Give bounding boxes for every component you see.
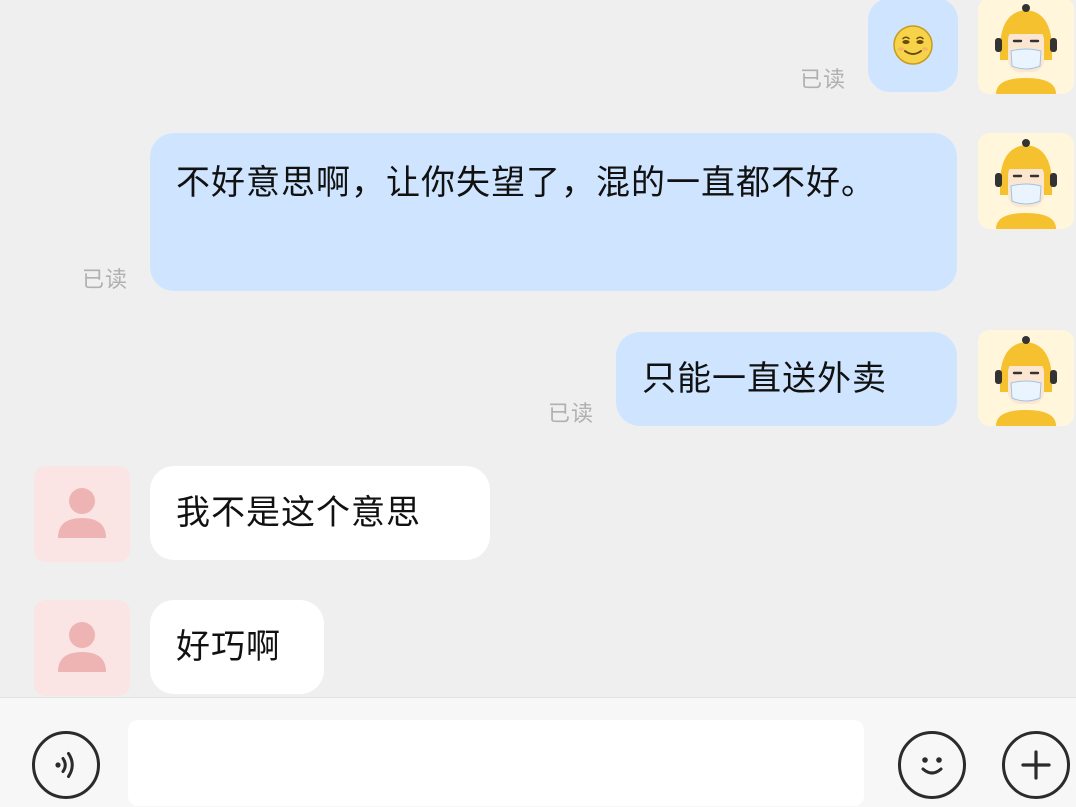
contact-avatar[interactable] bbox=[34, 600, 130, 696]
emoji-icon bbox=[921, 757, 943, 775]
delivery-rider-avatar-icon bbox=[978, 330, 1074, 426]
default-user-avatar-icon bbox=[34, 466, 130, 562]
message-text: 不好意思啊，让你失望了，混的一直都不好。 bbox=[176, 163, 876, 203]
message-bubble-text[interactable]: 不好意思啊，让你失望了，混的一直都不好。 bbox=[150, 133, 957, 291]
message-bubble-text[interactable]: 只能一直送外卖 bbox=[616, 332, 957, 426]
message-text: 只能一直送外卖 bbox=[642, 359, 887, 399]
contact-avatar[interactable] bbox=[34, 466, 130, 562]
message-input[interactable] bbox=[128, 720, 864, 806]
more-button[interactable] bbox=[1002, 731, 1070, 799]
read-status: 已读 bbox=[82, 268, 129, 293]
voice-icon bbox=[55, 752, 74, 778]
chat-message-list[interactable]: 已读 已读 不好意思啊，让你失望了，混的一直都不好。 已读 只能一直送外卖 我不… bbox=[0, 0, 1076, 697]
self-avatar[interactable] bbox=[978, 330, 1074, 426]
read-status: 已读 bbox=[548, 402, 595, 427]
message-bubble-text[interactable]: 我不是这个意思 bbox=[150, 466, 490, 560]
read-status: 已读 bbox=[800, 68, 847, 93]
emoji-button[interactable] bbox=[898, 731, 966, 799]
default-user-avatar-icon bbox=[34, 600, 130, 696]
message-text: 我不是这个意思 bbox=[176, 493, 421, 533]
voice-button[interactable] bbox=[32, 731, 100, 799]
delivery-rider-avatar-icon bbox=[978, 0, 1074, 94]
delivery-rider-avatar-icon bbox=[978, 133, 1074, 229]
message-text: 好巧啊 bbox=[176, 627, 281, 667]
self-avatar[interactable] bbox=[978, 0, 1074, 94]
message-bubble-emoji[interactable] bbox=[868, 0, 958, 92]
smiling-face-emoji-icon bbox=[893, 25, 933, 65]
plus-icon bbox=[1021, 750, 1051, 780]
message-bubble-text[interactable]: 好巧啊 bbox=[150, 600, 324, 694]
chat-input-bar bbox=[0, 697, 1076, 807]
self-avatar[interactable] bbox=[978, 133, 1074, 229]
